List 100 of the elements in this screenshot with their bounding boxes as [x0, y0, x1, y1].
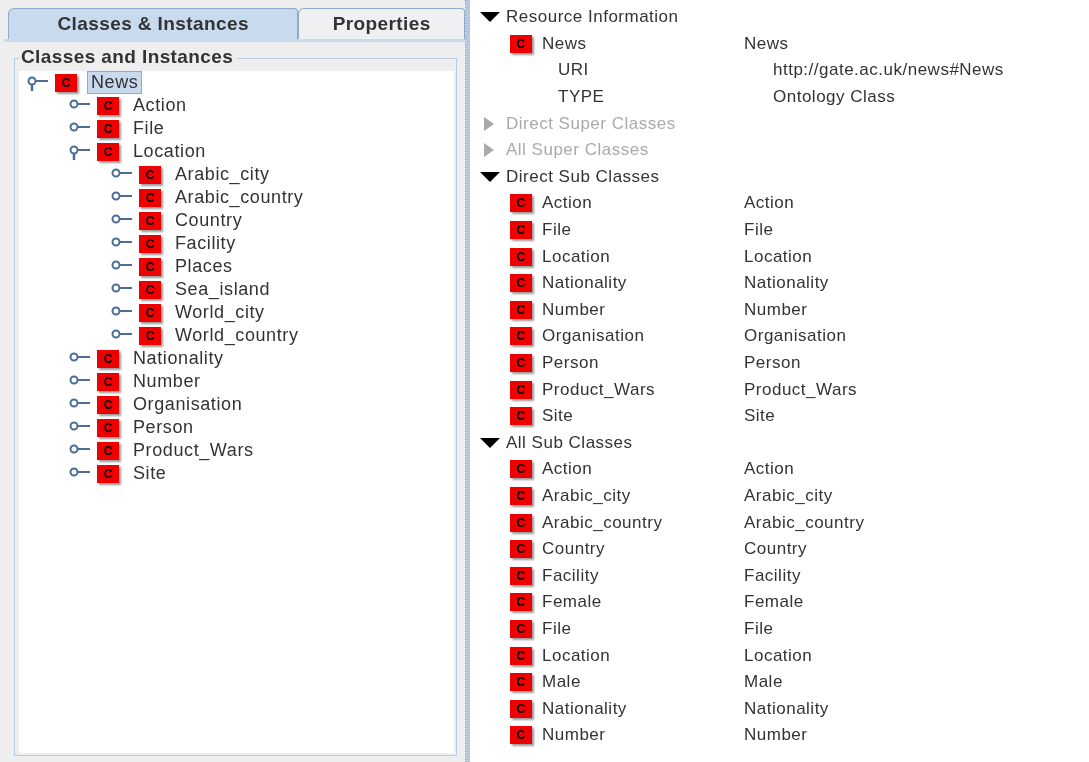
tree-node[interactable]: Number [129, 370, 205, 393]
tree-node[interactable]: Organisation [129, 393, 247, 416]
class-icon: C [55, 73, 77, 92]
tree-node[interactable]: File [129, 117, 169, 140]
class-icon: C [139, 303, 161, 322]
tab[interactable]: Classes & Instances [8, 8, 299, 39]
class-icon: C [139, 257, 161, 276]
property-value: Female [744, 592, 804, 613]
property-name: Action [542, 193, 594, 214]
class-icon: C [510, 593, 532, 612]
class-icon: C [139, 165, 161, 184]
class-icon: C [510, 34, 532, 53]
section-title[interactable]: Resource Information [506, 7, 679, 28]
class-icon: C [97, 96, 119, 115]
property-name: Number [542, 725, 607, 746]
class-icon: C [510, 300, 532, 319]
class-icon: C [510, 646, 532, 665]
tree-handle-icon[interactable] [27, 74, 49, 91]
class-icon: C [510, 540, 532, 559]
tree-node[interactable]: Person [129, 416, 198, 439]
expanded-triangle-icon[interactable] [480, 435, 500, 450]
property-name: Nationality [542, 273, 628, 294]
property-value: Nationality [744, 273, 829, 294]
property-name: Arabic_country [542, 512, 664, 533]
property-value: Ontology Class [773, 87, 896, 108]
expanded-triangle-icon[interactable] [480, 10, 500, 25]
class-icon: C [510, 699, 532, 718]
tree-node[interactable]: Facility [171, 232, 240, 255]
property-name: Nationality [542, 698, 628, 719]
property-name: Organisation [542, 326, 646, 347]
property-value: News [744, 33, 789, 54]
property-value: Location [744, 645, 813, 666]
class-icon: C [510, 566, 532, 585]
property-value: Number [744, 299, 808, 320]
tree-node[interactable]: World_country [171, 324, 303, 347]
property-value: Arabic_country [744, 512, 865, 533]
property-value: File [744, 618, 774, 639]
property-value: Country [744, 539, 808, 560]
tab[interactable]: Properties [298, 8, 465, 39]
class-icon: C [97, 119, 119, 138]
property-value: Action [744, 459, 795, 480]
tree-node[interactable]: World_city [171, 301, 269, 324]
property-value: Arabic_city [744, 486, 833, 506]
class-icon: C [510, 619, 532, 638]
class-icon: C [510, 274, 532, 293]
tree-node[interactable]: Places [171, 255, 237, 278]
property-name: File [542, 618, 573, 639]
property-name: Product_Wars [542, 379, 657, 400]
class-icon: C [97, 441, 119, 460]
class-icon: C [97, 395, 119, 414]
property-name: Number [542, 299, 607, 320]
class-icon: C [97, 372, 119, 391]
tree-node[interactable]: Site [129, 462, 171, 485]
property-name: File [542, 220, 573, 241]
tree-node[interactable]: Action [129, 94, 191, 117]
tree-node[interactable]: News [87, 71, 143, 94]
property-name: Person [542, 353, 600, 373]
expanded-triangle-icon[interactable] [480, 169, 500, 184]
class-icon: C [510, 726, 532, 745]
tree-node[interactable]: Location [129, 140, 210, 163]
class-icon: C [139, 188, 161, 207]
property-name: Location [542, 246, 612, 267]
property-value: Location [744, 246, 813, 267]
property-name: Female [542, 592, 603, 613]
property-value: Facility [744, 565, 801, 586]
tree-node[interactable]: Country [171, 209, 247, 232]
property-value: Action [744, 193, 795, 214]
property-name: URI [557, 60, 590, 81]
class-icon: C [510, 460, 532, 479]
property-value: Product_Wars [744, 379, 858, 400]
property-name: News [542, 33, 588, 54]
tree-node[interactable]: Arabic_city [171, 163, 274, 186]
section-title[interactable]: Direct Sub Classes [506, 166, 660, 187]
tree-node[interactable]: Arabic_country [171, 186, 308, 209]
property-value: Site [744, 406, 776, 427]
property-value: http://gate.ac.uk/news#News [773, 60, 1004, 81]
tree-node[interactable]: Product_Wars [129, 439, 258, 462]
property-name: TYPE [557, 87, 606, 108]
class-icon: C [510, 194, 532, 213]
tree-handle-icon[interactable] [69, 143, 91, 160]
section-title[interactable]: All Sub Classes [506, 432, 633, 453]
property-value: Person [744, 353, 801, 373]
class-icon: C [139, 326, 161, 345]
property-name: Action [542, 459, 594, 480]
class-icon: C [97, 349, 119, 368]
property-value: File [744, 220, 774, 241]
property-name: Location [542, 645, 612, 666]
property-value: Organisation [744, 326, 847, 347]
class-icon: C [97, 418, 119, 437]
class-icon: C [97, 464, 119, 483]
class-icon: C [510, 407, 532, 426]
class-icon: C [510, 354, 532, 372]
class-icon: C [510, 513, 532, 532]
class-icon: C [510, 247, 532, 266]
class-icon: C [510, 487, 532, 505]
property-name: Site [542, 406, 575, 427]
property-name: Arabic_city [542, 486, 632, 506]
class-icon: C [139, 234, 161, 253]
tree-node[interactable]: Nationality [129, 347, 228, 370]
tree-node[interactable]: Sea_island [171, 278, 275, 301]
